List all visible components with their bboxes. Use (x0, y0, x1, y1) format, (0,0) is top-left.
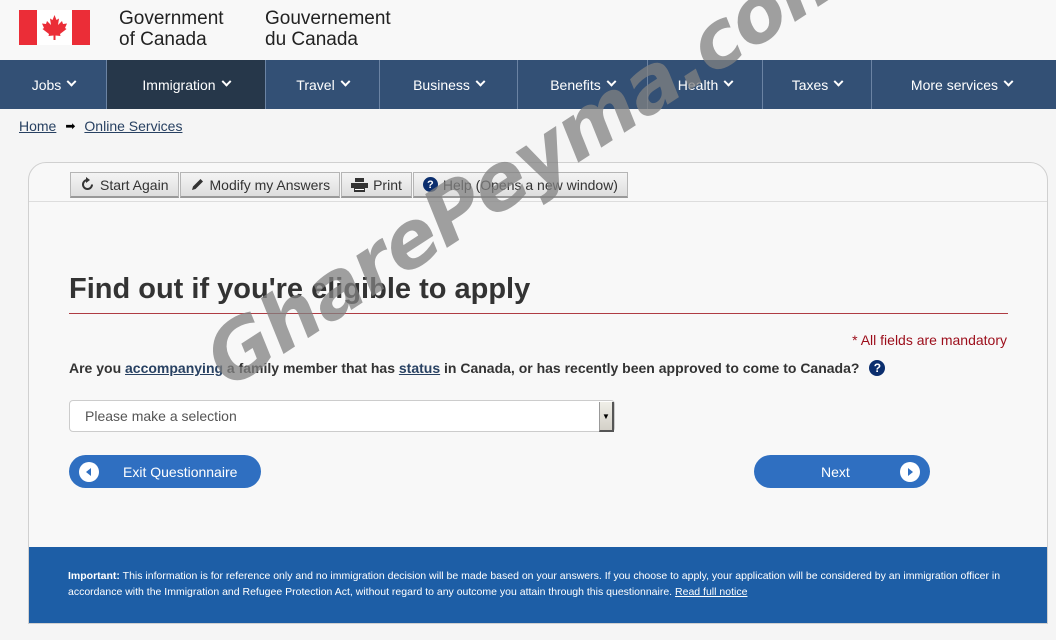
chevron-down-icon (66, 76, 77, 87)
chevron-down-icon (221, 76, 232, 87)
page-title: Find out if you're eligible to apply (69, 273, 531, 305)
question-help-icon[interactable]: ? (869, 360, 886, 376)
mandatory-note: * All fields are mandatory (852, 332, 1007, 348)
chevron-down-icon (723, 76, 734, 87)
nav-item-jobs[interactable]: Jobs (0, 60, 106, 109)
arrow-left-circle-icon (79, 461, 99, 482)
breadcrumb-home[interactable]: Home (19, 118, 56, 134)
toolbar-divider (29, 201, 1047, 202)
arrow-right-icon: ➡ (65, 119, 76, 133)
refresh-icon (80, 177, 95, 192)
modify-answers-button[interactable]: Modify my Answers (179, 172, 341, 198)
nav-item-more-services[interactable]: More services (871, 60, 1051, 109)
title-underline (69, 313, 1008, 314)
accompanying-definition-link[interactable]: accompanying (125, 360, 223, 376)
help-button[interactable]: ? Help (Opens a new window) (412, 172, 628, 198)
nav-item-taxes[interactable]: Taxes (762, 60, 871, 109)
answer-select[interactable]: Please make a selection ▼ (69, 400, 615, 432)
chevron-down-icon (340, 76, 351, 87)
question-circle-icon: ? (422, 177, 438, 192)
nav-item-benefits[interactable]: Benefits (517, 60, 647, 109)
breadcrumb: Home ➡ Online Services (19, 118, 182, 134)
questionnaire-panel: Start Again Modify my Answers Print ? He… (28, 162, 1048, 624)
exit-questionnaire-button[interactable]: Exit Questionnaire (69, 455, 261, 488)
nav-item-business[interactable]: Business (379, 60, 517, 109)
signature-english[interactable]: Government of Canada (119, 8, 224, 50)
chevron-down-icon (475, 76, 486, 87)
chevron-down-icon (1003, 76, 1014, 87)
status-definition-link[interactable]: status (399, 360, 440, 376)
maple-leaf-icon (42, 15, 67, 40)
pencil-icon (190, 177, 205, 192)
nav-item-health[interactable]: Health (647, 60, 762, 109)
main-nav: Jobs Immigration Travel Business Benefit… (0, 60, 1056, 109)
chevron-down-icon (606, 76, 617, 87)
nav-item-travel[interactable]: Travel (265, 60, 379, 109)
question-label: Are you accompanying a family member tha… (69, 360, 886, 376)
important-notice: Important: This information is for refer… (29, 547, 1047, 623)
chevron-down-icon (833, 76, 844, 87)
canada-flag-icon[interactable] (19, 10, 90, 45)
arrow-right-circle-icon (900, 461, 920, 482)
printer-icon (351, 177, 369, 192)
start-again-button[interactable]: Start Again (70, 172, 179, 198)
print-button[interactable]: Print (341, 172, 412, 198)
next-button[interactable]: Next (754, 455, 930, 488)
read-full-notice-link[interactable]: Read full notice (675, 586, 747, 598)
breadcrumb-online-services[interactable]: Online Services (84, 118, 182, 134)
dropdown-arrow-icon[interactable]: ▼ (599, 402, 614, 432)
nav-item-immigration[interactable]: Immigration (106, 60, 265, 109)
signature-french[interactable]: Gouvernement du Canada (265, 8, 391, 50)
toolbar: Start Again Modify my Answers Print ? He… (70, 172, 629, 198)
gov-header: Government of Canada Gouvernement du Can… (0, 0, 1056, 60)
